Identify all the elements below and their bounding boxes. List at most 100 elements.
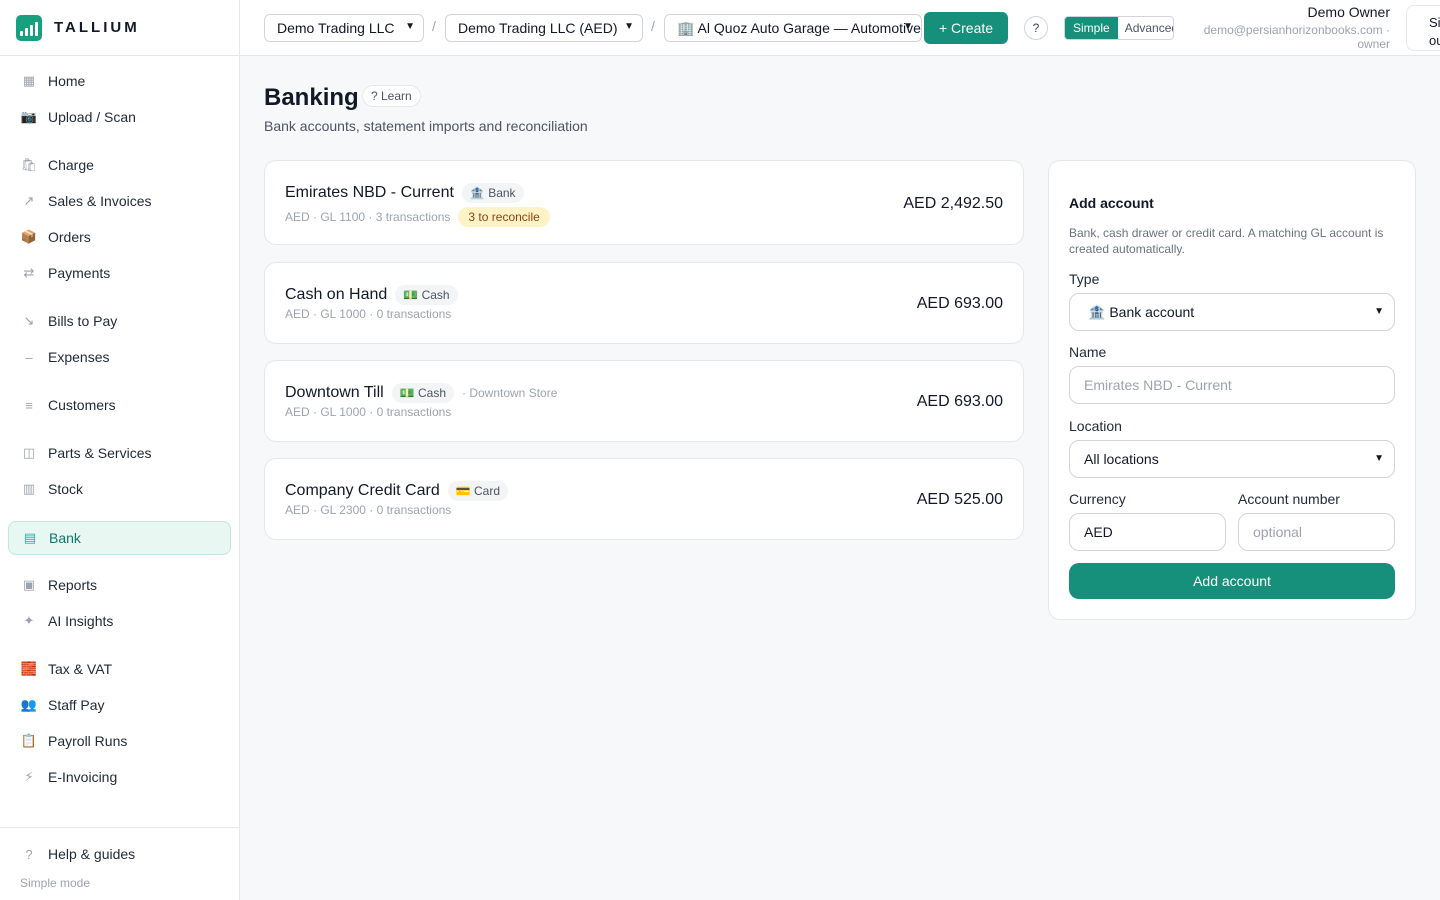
sidebar-item-parts-services[interactable]: ◫ Parts & Services — [8, 436, 231, 470]
account-card[interactable]: Emirates NBD - Current 🏦 Bank AED · GL 110… — [264, 160, 1024, 245]
sidebar-item-sales-invoices[interactable]: ↗ Sales & Invoices — [8, 184, 231, 218]
account-name-row: Company Credit Card 💳 Card — [285, 481, 509, 501]
currency-input[interactable]: AED — [1069, 513, 1226, 551]
sidebar-item-staff-pay[interactable]: 👥 Staff Pay — [8, 688, 231, 722]
account-name-row: Cash on Hand 💵 Cash — [285, 285, 458, 305]
mode-note: Simple mode — [20, 876, 91, 890]
sidebar-item-stock[interactable]: ▥ Stock — [8, 472, 231, 506]
arrow-up-right-icon: ↗ — [23, 193, 35, 208]
account-meta-row: AED · GL 1000 · 0 transactions — [285, 405, 451, 419]
add-account-button[interactable]: Add account — [1069, 563, 1395, 599]
ledger-select[interactable]: Demo Trading LLC (AED) ▼ — [445, 14, 643, 42]
brand[interactable]: TALLIUM — [0, 0, 239, 56]
sidebar-item-reports[interactable]: ▣ Reports — [8, 568, 231, 602]
chevron-down-icon: ▼ — [903, 21, 913, 32]
panel-description: Bank, cash drawer or credit card. A matc… — [1069, 226, 1384, 256]
brand-name: TALLIUM — [54, 19, 140, 36]
account-meta-row: AED · GL 1000 · 0 transactions — [285, 307, 451, 321]
location-select[interactable]: 🏢 Al Quoz Auto Garage — Automotive ▼ — [664, 14, 922, 42]
sidebar-item-label: Reports — [48, 577, 98, 593]
account-number-input[interactable]: optional — [1238, 513, 1395, 551]
breadcrumb-separator: / — [651, 18, 655, 34]
account-card[interactable]: Cash on Hand 💵 Cash AED · GL 1000 · 0 tran… — [264, 262, 1024, 344]
create-button[interactable]: + Create — [924, 12, 1008, 44]
account-meta-row: AED · GL 2300 · 0 transactions — [285, 503, 451, 517]
help-guides-link[interactable]: ? Help & guides — [20, 846, 135, 862]
account-card[interactable]: Downtown Till 💵 Cash · Downtown Store AED ·… — [264, 360, 1024, 442]
sidebar-footer: ? Help & guides Simple mode — [0, 827, 239, 900]
sidebar-item-payments[interactable]: ⇄ Payments — [8, 256, 231, 290]
minus-icon: – — [25, 349, 33, 365]
account-card[interactable]: Company Credit Card 💳 Card AED · GL 2300 ·… — [264, 458, 1024, 540]
add-account-panel: Add account Bank, cash drawer or credit … — [1048, 160, 1416, 620]
sidebar-item-charge[interactable]: 🛍 Charge — [8, 148, 231, 182]
account-name: Emirates NBD - Current — [285, 184, 454, 201]
learn-button[interactable]: ? Learn — [362, 85, 421, 107]
account-balance: AED 693.00 — [916, 295, 1003, 312]
sidebar-item-orders[interactable]: 📦 Orders — [8, 220, 231, 254]
account-balance: AED 2,492.50 — [903, 195, 1003, 212]
tax-icon: 🧱 — [20, 661, 38, 676]
company-select[interactable]: Demo Trading LLC ▼ — [264, 14, 424, 42]
sidebar-item-ai-insights[interactable]: ✦ AI Insights — [8, 604, 231, 638]
breadcrumb-separator: / — [432, 18, 436, 34]
package-icon: 📦 — [20, 229, 38, 244]
user-name: Demo Owner — [1307, 4, 1390, 20]
sidebar-item-label: Payroll Runs — [48, 733, 128, 749]
type-label: Type — [1069, 271, 1100, 287]
sidebar-item-tax-vat[interactable]: 🧱 Tax & VAT — [8, 652, 231, 686]
type-select[interactable]: 🏦 Bank account ▼ — [1069, 293, 1395, 331]
mode-simple-button[interactable]: Simple — [1065, 17, 1118, 39]
question-icon: ? — [25, 846, 33, 862]
sidebar-item-label: Payments — [48, 265, 111, 281]
account-name-row: Emirates NBD - Current 🏦 Bank — [285, 183, 524, 203]
sidebar-item-label: Orders — [48, 229, 91, 245]
account-balance: AED 693.00 — [916, 393, 1003, 410]
sidebar-item-label: Home — [48, 73, 86, 89]
reconcile-badge[interactable]: 3 to reconcile — [458, 207, 550, 227]
bank-icon: ▤ — [23, 530, 37, 545]
help-guides-label: Help & guides — [48, 846, 136, 862]
company-select-value: Demo Trading LLC — [277, 20, 395, 36]
sidebar-item-payroll-runs[interactable]: 📋 Payroll Runs — [8, 724, 231, 758]
location-label: Location — [1069, 418, 1122, 434]
location-field-select[interactable]: All locations ▼ — [1069, 440, 1395, 478]
sidebar-item-label: Charge — [48, 157, 94, 173]
mode-toggle: Simple Advanced — [1064, 16, 1174, 40]
account-meta: AED · GL 1000 · 0 transactions — [285, 405, 452, 419]
arrow-down-right-icon: ↘ — [23, 313, 35, 328]
shopping-bag-icon: 🛍 — [20, 157, 38, 172]
sidebar-item-upload-scan[interactable]: 📷 Upload / Scan — [8, 100, 231, 134]
type-select-value: 🏦 Bank account — [1088, 303, 1195, 320]
currency-label: Currency — [1069, 491, 1126, 507]
sidebar-item-expenses[interactable]: – Expenses — [8, 340, 231, 374]
sidebar-item-e-invoicing[interactable]: ⚡ E-Invoicing — [8, 760, 231, 794]
chevron-down-icon: ▼ — [1374, 453, 1384, 464]
account-number-label: Account number — [1238, 491, 1340, 507]
account-name: Downtown Till — [285, 384, 384, 401]
name-input[interactable]: Emirates NBD - Current — [1069, 366, 1395, 404]
sidebar-item-customers[interactable]: ≡ Customers — [8, 388, 231, 422]
people-icon: 👥 — [20, 697, 38, 712]
account-name-row: Downtown Till 💵 Cash · Downtown Store — [285, 383, 557, 403]
help-button[interactable]: ? — [1024, 16, 1048, 40]
chevron-down-icon: ▼ — [1374, 306, 1384, 317]
location-field-value: All locations — [1084, 451, 1159, 467]
account-meta: AED · GL 1100 · 3 transactions — [285, 210, 451, 224]
sidebar-item-label: Sales & Invoices — [48, 193, 152, 209]
lightning-icon: ⚡ — [24, 769, 34, 784]
sidebar-item-label: Parts & Services — [48, 445, 152, 461]
sidebar-item-label: Stock — [48, 481, 84, 497]
sidebar-item-bills-to-pay[interactable]: ↘ Bills to Pay — [8, 304, 231, 338]
grid-icon: ▦ — [22, 73, 36, 88]
account-location: · Downtown Store — [462, 386, 558, 400]
camera-icon: 📷 — [20, 109, 38, 124]
sidebar-item-home[interactable]: ▦ Home — [8, 64, 231, 98]
mode-advanced-button[interactable]: Advanced — [1118, 17, 1173, 39]
sign-out-button[interactable]: Sign out — [1406, 5, 1440, 51]
swap-arrows-icon: ⇄ — [23, 265, 35, 280]
account-type-badge: 💵 Cash — [395, 285, 458, 305]
chevron-down-icon: ▼ — [405, 21, 415, 32]
sidebar-item-bank[interactable]: ▤ Bank — [8, 521, 231, 555]
user-info: Demo Owner demo@persianhorizonbooks.com … — [1204, 4, 1390, 51]
